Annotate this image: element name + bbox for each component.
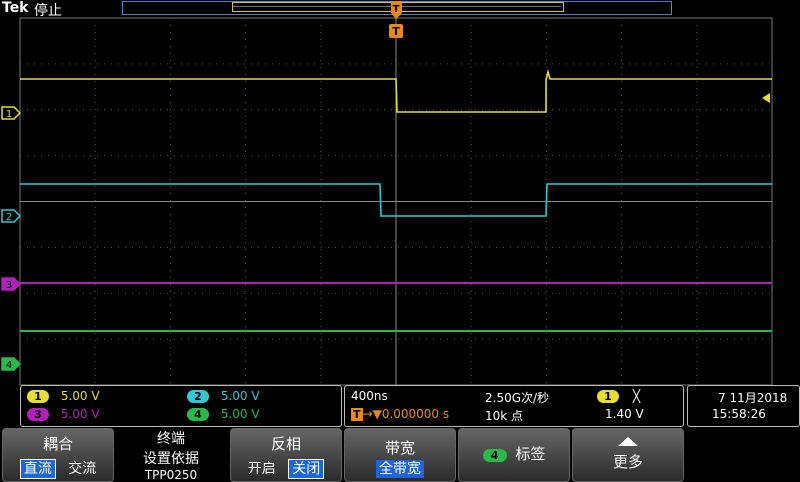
bandwidth-button[interactable]: 带宽 全带宽 (344, 428, 456, 482)
trigger-position: T →▼0.000000 s (351, 407, 450, 421)
termination-line2: 设置依据 (143, 451, 199, 467)
ch3-scale: 5.00 V (60, 407, 100, 421)
more-label: 更多 (612, 453, 643, 471)
coupling-button[interactable]: 耦合 直流 交流 (2, 428, 114, 482)
datetime-panel: 7 11月2018 15:58:26 (687, 385, 800, 427)
ch1-readout[interactable]: 1 5.00 V (27, 389, 100, 403)
invert-off-option[interactable]: 关闭 (288, 459, 325, 479)
graticule-grid (20, 18, 772, 385)
ch4-badge: 4 (187, 408, 209, 421)
label-button[interactable]: 4 标签 (458, 428, 570, 482)
ch4-ground-marker[interactable]: 4 (1, 357, 21, 371)
time: 15:58:26 (712, 407, 766, 421)
svg-text:3: 3 (6, 280, 12, 291)
ch4-readout[interactable]: 4 5.00 V (187, 407, 260, 421)
time-per-div: 400ns (351, 389, 388, 403)
ch1-scale: 5.00 V (60, 389, 100, 403)
coupling-label: 耦合 (42, 435, 73, 453)
label-text: 标签 (515, 445, 546, 463)
chevron-up-icon (573, 435, 683, 447)
invert-button[interactable]: 反相 开启 关闭 (230, 428, 342, 482)
termination-line1: 终端 (157, 431, 185, 447)
trigger-slope-icon: ╳ (632, 389, 641, 403)
trigger-level: 1.40 V (605, 407, 644, 421)
ch3-ground-marker[interactable]: 3 (1, 277, 21, 291)
trigger-source: 1 ╳ (597, 389, 640, 403)
ch2-badge: 2 (187, 390, 209, 403)
ch1-badge: 1 (27, 390, 49, 403)
trigger-level-arrow[interactable] (762, 93, 770, 103)
bandwidth-label: 带宽 (384, 439, 415, 457)
more-button[interactable]: 更多 (572, 428, 684, 482)
ch2-ground-marker[interactable]: 2 (1, 209, 21, 223)
trigger-marker-label: T (392, 25, 400, 38)
svg-text:2: 2 (6, 212, 12, 223)
timebase-trigger-panel[interactable]: 400ns 2.50G次/秒 T →▼0.000000 s 10k 点 1 ╳ 1… (344, 385, 684, 427)
svg-text:T: T (393, 4, 400, 15)
ch3-readout[interactable]: 3 5.00 V (27, 407, 100, 421)
ch2-scale: 5.00 V (220, 389, 260, 403)
invert-on-option[interactable]: 开启 (248, 461, 276, 477)
svg-text:4: 4 (6, 360, 12, 371)
record-length: 10k 点 (485, 409, 524, 423)
ch3-badge: 3 (27, 408, 49, 421)
invert-label: 反相 (270, 435, 301, 453)
channel-scale-panel: 1 5.00 V 2 5.00 V 3 5.00 V 4 5.00 V (20, 385, 342, 427)
coupling-dc-option[interactable]: 直流 (19, 459, 56, 479)
coupling-ac-option[interactable]: 交流 (68, 461, 96, 477)
label-ch4-badge: 4 (482, 449, 507, 462)
bandwidth-value: 全带宽 (376, 460, 424, 478)
trigger-icon: T (351, 408, 363, 421)
svg-text:1: 1 (6, 109, 12, 120)
ch1-ground-marker[interactable]: 1 (1, 106, 21, 120)
ch4-scale: 5.00 V (220, 407, 260, 421)
termination-button[interactable]: 终端 设置依据 TPP0250 (114, 428, 228, 482)
date: 7 11月2018 (718, 391, 788, 405)
ch2-readout[interactable]: 2 5.00 V (187, 389, 260, 403)
sample-rate: 2.50G次/秒 (485, 391, 550, 405)
